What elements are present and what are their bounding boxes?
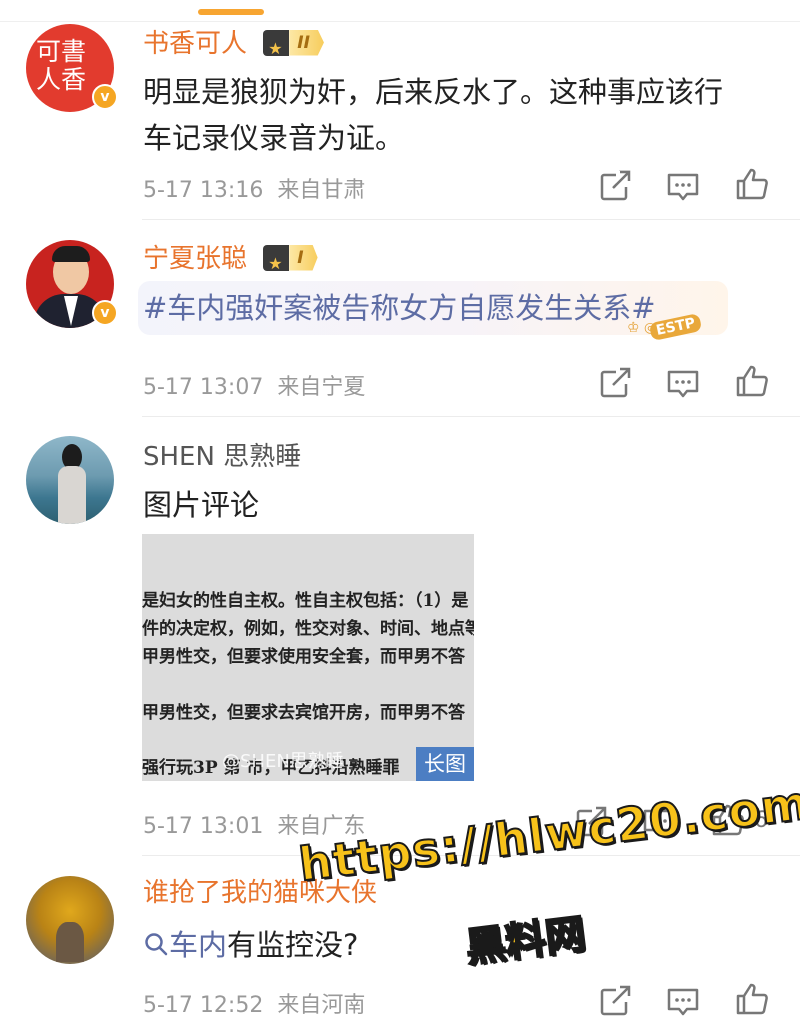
share-icon[interactable]: [597, 983, 633, 1019]
share-icon[interactable]: [597, 168, 633, 204]
like-icon[interactable]: [734, 166, 770, 202]
image-text-line4: 甲男性交，但要求去宾馆开房，而甲男不答: [142, 703, 465, 723]
comment-meta: 5-17 13:07 来自宁夏: [143, 369, 365, 401]
avatar-text-line2: 人香: [36, 65, 87, 94]
image-text-line1: 是妇女的性自主权。性自主权包括：（1）是: [142, 591, 469, 611]
comment-icon[interactable]: [665, 365, 701, 401]
comment-text: 图片评论: [143, 488, 260, 522]
share-icon[interactable]: [597, 365, 633, 401]
comment-icon[interactable]: [665, 168, 701, 204]
avatar[interactable]: [26, 436, 114, 524]
username-text: 书香可人: [143, 29, 248, 59]
comment-text-line2: 车记录仪录音为证。: [143, 121, 405, 155]
top-divider: [0, 21, 800, 22]
search-icon[interactable]: [143, 931, 169, 957]
topic-link[interactable]: #车内强奸案被告称女方自愿发生关系#: [143, 285, 656, 331]
comment-meta: 5-17 13:16 来自甘肃: [143, 172, 365, 204]
timestamp: 5-17 13:07: [143, 375, 264, 400]
avatar-text-line1: 可書: [36, 37, 87, 66]
username[interactable]: SHEN 思熟睡: [143, 440, 301, 474]
timestamp: 5-17 13:16: [143, 178, 264, 203]
comment-text-line1: 明显是狼狈为奸，后来反水了。这种事应该行: [143, 75, 724, 109]
crown-icon: II: [263, 29, 324, 66]
search-keyword-link[interactable]: 车内: [169, 928, 227, 962]
username[interactable]: 宁夏张聪 I: [143, 242, 318, 281]
watermark-url: https://hlwc20.com: [295, 774, 800, 892]
image-text-line3: 甲男性交，但要求使用安全套，而甲男不答: [142, 647, 465, 667]
comment-text: 车内有监控没?: [143, 922, 358, 968]
location: 来自甘肃: [277, 178, 366, 203]
verified-icon: v: [92, 300, 118, 326]
image-watermark: @SHEN思熟睡: [222, 751, 344, 772]
timestamp: 5-17 13:01: [143, 814, 264, 839]
username-text: 宁夏张聪: [143, 244, 248, 274]
comment-image[interactable]: 是妇女的性自主权。性自主权包括：（1）是 件的决定权，例如，性交对象、时间、地点…: [142, 534, 474, 781]
divider: [142, 219, 800, 220]
timestamp: 5-17 12:52: [143, 993, 264, 1018]
location: 来自宁夏: [277, 375, 366, 400]
member-level: I: [289, 244, 318, 271]
member-level: II: [289, 29, 324, 56]
comment-text: 明显是狼狈为奸，后来反水了。这种事应该行 车记录仪录音为证。: [143, 69, 763, 161]
divider: [142, 416, 800, 417]
crown-icon: I: [263, 244, 318, 281]
username[interactable]: 书香可人 II: [143, 27, 324, 66]
like-icon[interactable]: [734, 981, 770, 1017]
long-image-badge: 长图: [416, 747, 474, 781]
image-text-line2: 件的决定权，例如，性交对象、时间、地点等: [142, 619, 474, 639]
avatar[interactable]: [26, 876, 114, 964]
like-icon[interactable]: [734, 363, 770, 399]
comment-text-rest: 有监控没?: [227, 928, 359, 962]
watermark-site-name: 黑料网: [462, 910, 589, 972]
comment-meta: 5-17 12:52 来自河南: [143, 987, 365, 1019]
comment-icon[interactable]: [665, 983, 701, 1019]
location: 来自河南: [277, 993, 366, 1018]
top-indicator: [198, 9, 264, 15]
verified-icon: v: [92, 84, 118, 110]
